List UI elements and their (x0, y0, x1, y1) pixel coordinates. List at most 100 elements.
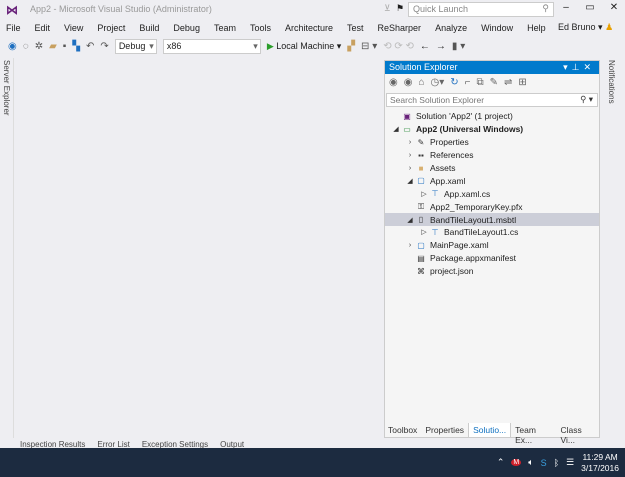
tab-properties[interactable]: Properties (421, 423, 468, 438)
wrench-icon: ✎ (417, 137, 425, 147)
configuration-value: Debug (118, 40, 146, 51)
expand-arrow-icon[interactable]: › (405, 242, 415, 249)
navigate-forward-icon[interactable]: → (436, 41, 446, 52)
menu-architecture[interactable]: Architecture (285, 23, 333, 33)
back-icon[interactable]: ◉ (8, 41, 17, 52)
menu-window[interactable]: Window (481, 23, 513, 33)
mcafee-icon[interactable]: M (511, 459, 522, 466)
layout-icon[interactable]: ⊟ ▾ (361, 41, 377, 52)
chevron-up-icon[interactable]: ⌃ (497, 457, 505, 468)
close-icon[interactable]: ✕ (583, 62, 595, 72)
preview-icon[interactable]: ⇌ (504, 77, 512, 88)
open-file-icon[interactable]: ▰ (49, 41, 57, 52)
collapse-icon[interactable]: ⌐ (465, 77, 471, 88)
back-icon[interactable]: ◉ (389, 77, 398, 88)
undo-icon[interactable]: ↶ (86, 41, 94, 52)
bluetooth-icon[interactable]: ᛒ (554, 458, 559, 468)
action-center-icon[interactable]: ☰ (566, 457, 574, 468)
menu-resharper[interactable]: ReSharper (378, 23, 422, 33)
tree-item[interactable]: ◢ ▭ App2 (Universal Windows) (385, 123, 599, 136)
visual-studio-logo-icon: ⋈ (6, 3, 18, 17)
menu-debug[interactable]: Debug (173, 23, 200, 33)
tree-item[interactable]: ▷ ⊤ App.xaml.cs (385, 187, 599, 200)
properties-icon[interactable]: ✎ (490, 77, 498, 88)
platform-dropdown[interactable]: x86 ▾ (162, 38, 261, 54)
tree-item[interactable]: ◢ ▯ BandTileLayout1.msbtl (385, 213, 599, 227)
new-project-icon[interactable]: ✲ (35, 41, 43, 52)
home-icon[interactable]: ⌂ (418, 77, 424, 88)
server-explorer-tab[interactable]: Server Explorer (2, 60, 11, 116)
tab-class-vi-[interactable]: Class Vi... (557, 423, 600, 445)
notifications-tab[interactable]: Notifications (607, 60, 616, 104)
browse-icon[interactable]: ▞ (347, 41, 355, 52)
redo-icon[interactable]: ↷ (100, 41, 108, 52)
tree-item[interactable]: ⚿ App2_TemporaryKey.pfx (385, 200, 599, 213)
forward-icon[interactable]: ◉ (404, 77, 413, 88)
menu-team[interactable]: Team (214, 23, 236, 33)
volume-icon[interactable]: 🔈︎ (528, 457, 533, 468)
menu-help[interactable]: Help (527, 23, 546, 33)
tree-item[interactable]: ▤ Package.appxmanifest (385, 252, 599, 265)
menu-view[interactable]: View (64, 23, 83, 33)
references-icon: ▪▪ (418, 150, 424, 160)
solution-explorer-search[interactable]: Search Solution Explorer ⚲ ▾ (386, 93, 598, 107)
menu-analyze[interactable]: Analyze (435, 23, 467, 33)
pin-icon[interactable]: ⊥ (572, 62, 584, 72)
expand-arrow-icon[interactable]: › (405, 152, 415, 159)
history-icon[interactable]: ◷▾ (431, 77, 445, 88)
xaml-icon: ▢ (417, 240, 425, 250)
platform-value: x86 (166, 40, 182, 51)
tree-item-label: BandTileLayout1.cs (444, 227, 519, 238)
view-class-diagram-icon[interactable]: ⊞ (518, 77, 526, 88)
play-icon: ▶ (266, 40, 274, 51)
run-button[interactable]: ▶ Local Machine ▾ (267, 41, 342, 52)
close-button[interactable]: ✕ (605, 2, 623, 16)
expand-arrow-icon[interactable]: ▷ (419, 190, 429, 198)
tree-item[interactable]: ◢ ▢ App.xaml (385, 174, 599, 187)
toolbar-options-icon[interactable]: ▮ ▾ (452, 41, 465, 52)
expand-arrow-icon[interactable]: ◢ (405, 177, 415, 185)
menu-test[interactable]: Test (347, 23, 364, 33)
refresh-icon[interactable]: ↻ (450, 77, 458, 88)
quick-launch-input[interactable]: Quick Launch ⚲ (408, 2, 554, 17)
tree-item[interactable]: › ▪▪ References (385, 149, 599, 162)
menu-build[interactable]: Build (139, 23, 159, 33)
tree-item[interactable]: › ■ Assets (385, 162, 599, 175)
expand-arrow-icon[interactable]: ◢ (391, 125, 401, 133)
forward-icon[interactable]: ◌ (23, 41, 29, 52)
save-icon[interactable]: ▪ (63, 41, 67, 52)
expand-arrow-icon[interactable]: ▷ (419, 228, 429, 236)
menu-project[interactable]: Project (97, 23, 125, 33)
tab-solutio-[interactable]: Solutio... (468, 423, 512, 438)
menu-tools[interactable]: Tools (250, 23, 271, 33)
tree-item[interactable]: ▣ Solution 'App2' (1 project) (385, 110, 599, 123)
tab-toolbox[interactable]: Toolbox (384, 423, 421, 438)
configuration-dropdown[interactable]: Debug ▾ (114, 38, 157, 54)
tree-item[interactable]: › ✎ Properties (385, 136, 599, 149)
json-icon: ⌘ (417, 266, 425, 276)
skype-icon[interactable]: S (541, 458, 547, 468)
maximize-button[interactable]: ▭ (581, 2, 599, 16)
tree-item[interactable]: ▷ ⊤ BandTileLayout1.cs (385, 226, 599, 239)
bookmark-icon[interactable]: ⟲ ⟳ ⟲ (383, 41, 414, 52)
minimize-button[interactable]: – (557, 2, 575, 16)
expand-arrow-icon[interactable]: › (405, 165, 415, 172)
expand-arrow-icon[interactable]: › (405, 139, 415, 146)
tab-team-ex-[interactable]: Team Ex... (511, 423, 556, 445)
cs-icon: ⊤ (431, 227, 439, 237)
tree-item[interactable]: ⌘ project.json (385, 265, 599, 278)
user-account[interactable]: Ed Bruno ▾ ♟ (558, 22, 613, 33)
window-title: App2 - Microsoft Visual Studio (Administ… (30, 4, 212, 14)
menu-edit[interactable]: Edit (35, 23, 51, 33)
tree-item[interactable]: › ▢ MainPage.xaml (385, 239, 599, 252)
expand-arrow-icon[interactable]: ◢ (405, 216, 415, 224)
clock[interactable]: 11:29 AM 3/17/2016 (581, 452, 619, 474)
menu-file[interactable]: File (6, 23, 21, 33)
dropdown-icon[interactable]: ▾ (563, 62, 572, 72)
filter-icon[interactable]: ⊻ (384, 3, 391, 14)
show-all-icon[interactable]: ⧉ (477, 77, 484, 88)
save-all-icon[interactable]: ▚ (72, 41, 80, 52)
feedback-icon[interactable]: ⚑ (396, 3, 404, 14)
navigate-back-icon[interactable]: ← (420, 41, 430, 52)
manifest-icon: ▤ (417, 253, 425, 263)
